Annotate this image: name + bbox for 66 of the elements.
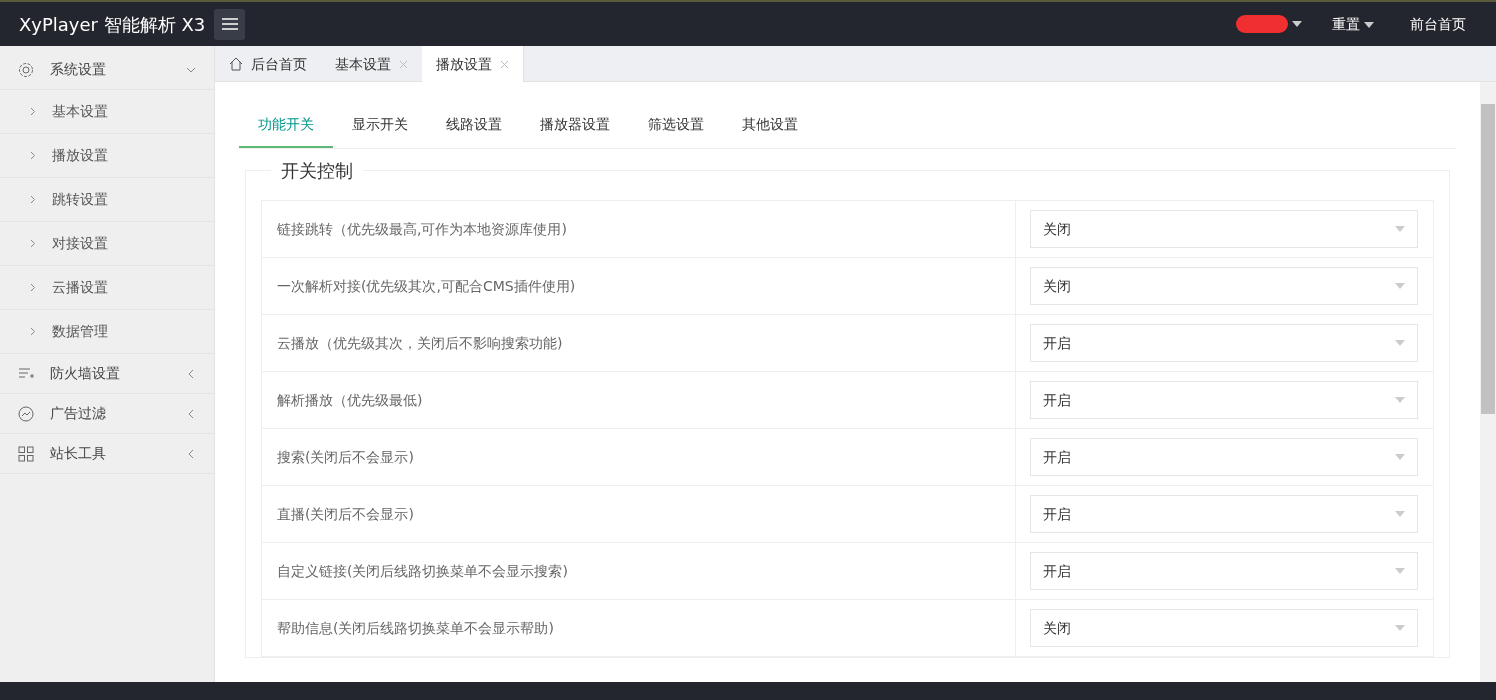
caret-icon [1292, 21, 1302, 27]
setting-label: 链接跳转（优先级最高,可作为本地资源库使用) [262, 201, 1016, 257]
settings-tab[interactable]: 播放器设置 [521, 106, 629, 148]
caret-icon [1395, 397, 1405, 403]
sidebar-subitem[interactable]: 云播设置 [0, 266, 214, 310]
home-icon [229, 57, 243, 71]
close-icon[interactable] [500, 59, 509, 69]
select-field[interactable]: 开启 [1030, 495, 1418, 533]
sidebar-subitem[interactable]: 数据管理 [0, 310, 214, 354]
caret-icon [1395, 454, 1405, 460]
setting-label: 搜索(关闭后不会显示) [262, 429, 1016, 485]
sidebar-item[interactable]: 系统设置 [0, 50, 214, 90]
settings-tab[interactable]: 其他设置 [723, 106, 817, 148]
caret-icon [1395, 283, 1405, 289]
close-icon[interactable] [399, 59, 408, 69]
sidebar-item[interactable]: 防火墙设置 [0, 354, 214, 394]
section-title: 开关控制 [280, 159, 354, 183]
chevron-icon [30, 327, 36, 336]
chevron-icon [30, 283, 36, 292]
sidebar-subitem[interactable]: 播放设置 [0, 134, 214, 178]
page-tab[interactable]: 播放设置 [422, 46, 524, 82]
sidebar-subitem[interactable]: 对接设置 [0, 222, 214, 266]
menu-button[interactable] [214, 8, 245, 40]
select-field[interactable]: 关闭 [1030, 267, 1418, 305]
nav-link[interactable]: 重置 [1326, 12, 1380, 36]
grid-icon [18, 445, 34, 462]
caret-icon [1395, 226, 1405, 232]
scroll-thumb[interactable] [1481, 104, 1495, 414]
setting-label: 解析播放（优先级最低) [262, 372, 1016, 428]
sidebar-subitem[interactable]: 跳转设置 [0, 178, 214, 222]
select-field[interactable]: 开启 [1030, 381, 1418, 419]
caret-icon [1395, 340, 1405, 346]
app-title: XyPlayer 智能解析 X3 [18, 12, 207, 37]
select-field[interactable]: 开启 [1030, 552, 1418, 590]
caret-icon [1395, 568, 1405, 574]
page-tab[interactable]: 基本设置 [321, 46, 422, 82]
setting-label: 直播(关闭后不会显示) [262, 486, 1016, 542]
chevron-icon [30, 107, 36, 116]
settings-tab[interactable]: 线路设置 [427, 106, 521, 148]
chevron-icon [30, 151, 36, 160]
setting-label: 一次解析对接(优先级其次,可配合CMS插件使用) [262, 258, 1016, 314]
setting-label: 自定义链接(关闭后线路切换菜单不会显示搜索) [262, 543, 1016, 599]
menu-icon [221, 18, 238, 30]
caret-icon [1364, 21, 1374, 28]
sidebar-item[interactable]: 广告过滤 [0, 394, 214, 434]
nav-link[interactable]: 前台首页 [1404, 12, 1472, 36]
select-field[interactable]: 开启 [1030, 324, 1418, 362]
sidebar-item[interactable]: 站长工具 [0, 434, 214, 474]
chevron-icon [30, 239, 36, 248]
redacted-mark [1236, 15, 1288, 33]
sidebar-subitem[interactable]: 基本设置 [0, 90, 214, 134]
caret-icon [1395, 511, 1405, 517]
page-tab[interactable]: 后台首页 [215, 46, 321, 82]
setting-label: 云播放（优先级其次，关闭后不影响搜索功能) [262, 315, 1016, 371]
setting-label: 帮助信息(关闭后线路切换菜单不会显示帮助) [262, 600, 1016, 656]
settings-tab[interactable]: 筛选设置 [629, 106, 723, 148]
chart-icon [18, 405, 34, 422]
gear-icon [18, 61, 34, 78]
select-field[interactable]: 开启 [1030, 438, 1418, 476]
scrollbar[interactable] [1480, 82, 1496, 682]
select-field[interactable]: 关闭 [1030, 210, 1418, 248]
chevron-icon [30, 195, 36, 204]
settings-tab[interactable]: 显示开关 [333, 106, 427, 148]
caret-icon [1395, 625, 1405, 631]
settings-tab[interactable]: 功能开关 [239, 106, 333, 148]
select-field[interactable]: 关闭 [1030, 609, 1418, 647]
